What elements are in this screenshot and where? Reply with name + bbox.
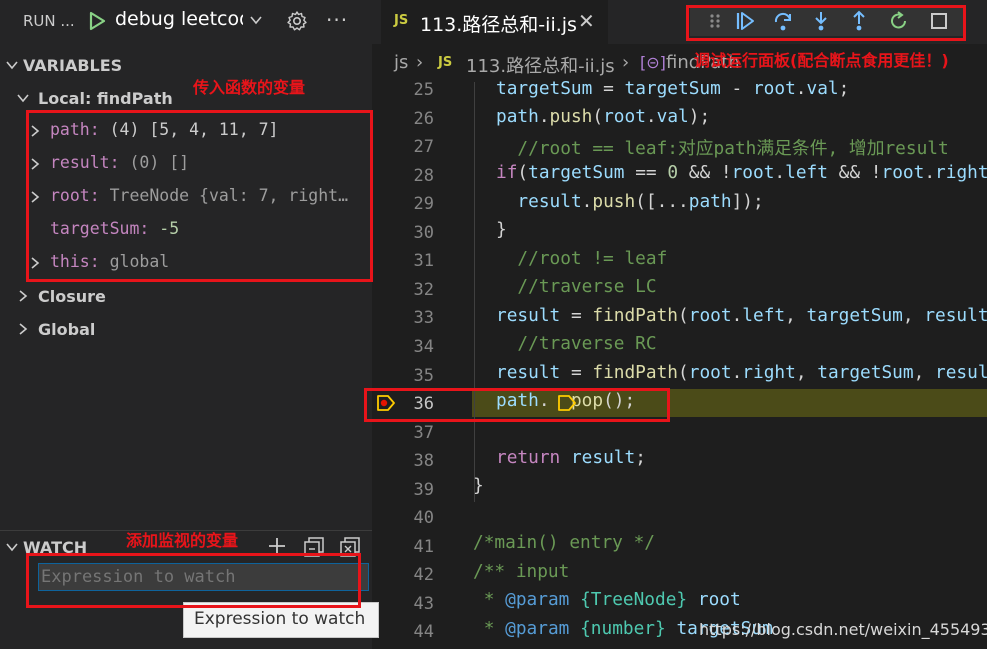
annotation-label-watch: 添加监视的变量	[126, 531, 239, 550]
code-line: }	[496, 219, 507, 240]
global-scope-title[interactable]: Global	[38, 320, 95, 339]
breadcrumb-separator-icon: ›	[622, 52, 630, 73]
line-number: 43	[413, 593, 434, 614]
js-file-icon: JS	[394, 13, 409, 28]
launch-config-select[interactable]: debug leetcode	[115, 8, 243, 30]
editor-tab-title[interactable]: 113.路径总和-ii.js	[420, 10, 577, 37]
line-number: 26	[413, 108, 434, 129]
run-bar: RUN ... debug leetcode ···	[0, 0, 372, 42]
breadcrumb-file[interactable]: 113.路径总和-ii.js	[466, 52, 615, 78]
breadcrumb-separator-icon: ›	[416, 52, 424, 73]
chevron-right-icon[interactable]	[16, 289, 30, 303]
method-symbol-icon: [⊝]	[640, 53, 666, 72]
code-line: result = findPath(root.right, targetSum,…	[496, 362, 987, 383]
start-debugging-icon[interactable]	[86, 10, 108, 32]
code-line: targetSum = targetSum - root.val;	[496, 78, 850, 99]
closure-scope-title[interactable]: Closure	[38, 287, 106, 306]
line-number: 33	[413, 308, 434, 329]
line-number: 39	[413, 479, 434, 500]
variables-section-title[interactable]: VARIABLES	[23, 56, 122, 75]
breadcrumb-folder[interactable]: js	[394, 52, 408, 73]
code-editor[interactable]: 25 26 27 28 29 30 31 32 33 34 35 36 37 38 39 40 41 42 43 44…	[372, 78, 987, 649]
line-number: 30	[413, 222, 434, 243]
chevron-down-icon[interactable]	[248, 12, 264, 28]
chevron-down-icon[interactable]	[5, 540, 19, 554]
annotation-label-toolbar: 调试运行面板(配合断点食用更佳！)	[694, 51, 949, 70]
gear-icon[interactable]	[285, 9, 309, 33]
line-number: 38	[413, 451, 434, 472]
annotation-box-variables	[26, 110, 373, 282]
more-actions-icon[interactable]: ···	[326, 8, 348, 32]
code-line: //traverse LC	[496, 276, 657, 297]
code-line: path.push(root.val);	[496, 106, 711, 127]
line-number: 25	[413, 80, 434, 100]
code-line: }	[473, 475, 484, 496]
line-number: 37	[413, 422, 434, 443]
line-number: 28	[413, 165, 434, 186]
annotation-box-watch	[26, 553, 361, 608]
line-number: 44	[413, 622, 434, 643]
local-scope-title[interactable]: Local: findPath	[38, 89, 173, 108]
line-number: 34	[413, 336, 434, 357]
close-tab-icon[interactable]: ✕	[578, 9, 595, 33]
line-number: 27	[413, 137, 434, 158]
line-number: 42	[413, 565, 434, 586]
code-line: * @param {TreeNode} root	[473, 589, 741, 610]
line-number: 29	[413, 194, 434, 215]
annotation-label-params: 传入函数的变量	[193, 78, 306, 97]
code-line: /*main() entry */	[473, 532, 655, 553]
code-line: //traverse RC	[496, 333, 657, 354]
js-file-icon: JS	[438, 55, 453, 70]
line-number: 31	[413, 251, 434, 272]
run-view-label: RUN ...	[23, 12, 75, 30]
line-number: 35	[413, 365, 434, 386]
code-line: return result;	[496, 447, 646, 468]
code-line: if(targetSum == 0 && !root.left && !root…	[496, 162, 987, 183]
code-line: /** input	[473, 561, 570, 582]
line-number: 32	[413, 279, 434, 300]
code-line: result = findPath(root.left, targetSum, …	[496, 305, 987, 326]
watermark: https://blog.csdn.net/weixin_45549370	[699, 620, 987, 639]
chevron-down-icon[interactable]	[16, 91, 30, 105]
code-line: result.push([...path]);	[517, 191, 764, 212]
line-number: 41	[413, 536, 434, 557]
annotation-box-current-line	[364, 388, 670, 422]
chevron-down-icon[interactable]	[5, 58, 19, 72]
code-line: //root == leaf:对应path满足条件, 增加result	[496, 138, 949, 159]
chevron-right-icon[interactable]	[16, 322, 30, 336]
annotation-box-toolbar	[686, 5, 966, 41]
line-number: 40	[413, 508, 434, 529]
code-line: //root != leaf	[496, 248, 668, 269]
